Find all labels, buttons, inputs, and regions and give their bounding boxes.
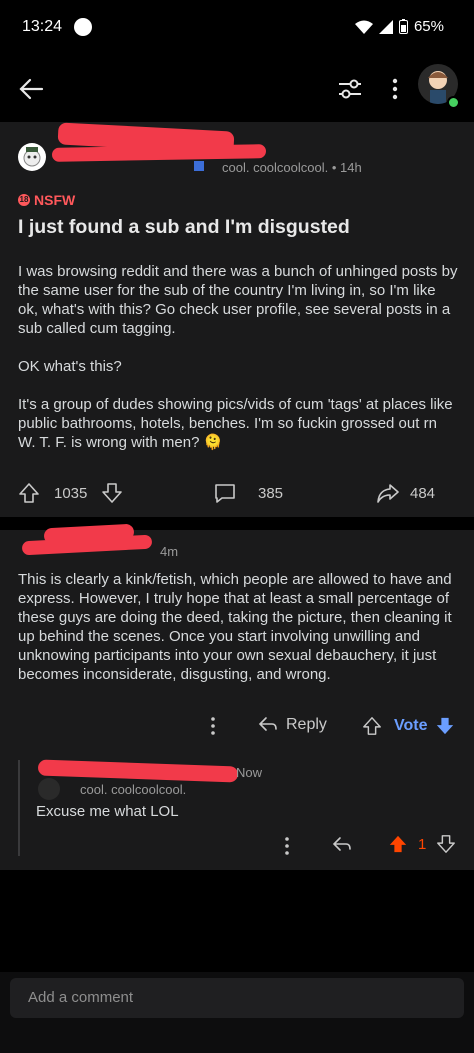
reply-more-icon[interactable] xyxy=(284,836,290,856)
more-options-icon[interactable] xyxy=(390,78,400,100)
battery-percent: 65% xyxy=(413,18,444,35)
upvote-icon[interactable] xyxy=(18,482,40,504)
nsfw-18-icon: 18 xyxy=(18,194,30,206)
nsfw-tag: 18 NSFW xyxy=(18,192,75,208)
reply-label: Reply xyxy=(286,716,327,733)
online-indicator xyxy=(447,96,460,109)
post-age: • 14h xyxy=(331,160,362,175)
post-actions: 1035 385 484 xyxy=(0,478,474,508)
post-paragraph: I was browsing reddit and there was a bu… xyxy=(18,263,458,337)
reply-age: Now xyxy=(236,765,263,780)
comment-actions: Reply Vote xyxy=(0,714,474,742)
downvote-icon[interactable] xyxy=(101,482,123,504)
sort-filter-icon[interactable] xyxy=(338,78,362,100)
comment-age: 4m xyxy=(160,544,179,559)
reply-reply-icon[interactable] xyxy=(332,836,352,854)
reply-body: Excuse me what LOL xyxy=(36,803,179,820)
vote-label: Vote xyxy=(394,717,428,734)
battery-icon xyxy=(398,19,408,34)
messenger-icon xyxy=(74,18,92,36)
signal-icon xyxy=(378,19,393,34)
reply-score: 1 xyxy=(418,835,427,853)
share-count: 484 xyxy=(410,484,436,502)
comment-body: This is clearly a kink/fetish, which peo… xyxy=(18,571,452,683)
reply-vote-group: 1 xyxy=(388,834,456,854)
reply-button[interactable]: Reply xyxy=(258,716,327,734)
reply-author-avatar[interactable] xyxy=(38,778,60,800)
reply-downvote-icon[interactable] xyxy=(436,834,456,854)
post-body: I was browsing reddit and there was a bu… xyxy=(18,262,458,471)
comment-vote-group: Vote xyxy=(362,716,455,736)
comment-icon xyxy=(215,484,235,503)
status-time: 13:24 xyxy=(22,18,63,35)
share-icon xyxy=(377,484,399,503)
reply-upvote-active-icon[interactable] xyxy=(388,834,408,854)
status-right: 65% xyxy=(354,18,444,35)
back-arrow-icon[interactable] xyxy=(18,76,44,102)
reply-author-flair: cool. coolcoolcool. xyxy=(80,782,187,797)
comment-downvote-icon[interactable] xyxy=(435,716,455,736)
vote-group: 1035 xyxy=(18,482,123,504)
flair-emoji-icon xyxy=(194,161,204,171)
add-comment-input[interactable]: Add a comment xyxy=(10,978,464,1018)
add-comment-placeholder: Add a comment xyxy=(28,989,134,1006)
author-avatar[interactable] xyxy=(18,143,46,171)
share-button[interactable]: 484 xyxy=(376,482,435,504)
author-flair: cool. coolcoolcool. xyxy=(222,160,329,175)
nsfw-label: NSFW xyxy=(34,192,76,208)
post-meta: cool. coolcoolcool. • 14h xyxy=(222,160,362,175)
reply-icon xyxy=(258,717,277,731)
comments-button[interactable]: 385 xyxy=(214,482,283,504)
post-paragraph: OK what's this? xyxy=(18,358,122,375)
reply-actions: 1 xyxy=(0,832,474,858)
comment-upvote-icon[interactable] xyxy=(362,716,382,736)
comment-count: 385 xyxy=(258,484,284,502)
status-bar: 13:24 65% xyxy=(0,0,474,56)
comment-more-icon[interactable] xyxy=(210,716,216,736)
post-title: I just found a sub and I'm disgusted xyxy=(18,216,350,238)
upvote-count: 1035 xyxy=(54,484,88,502)
wifi-icon xyxy=(354,20,373,34)
snoo-avatar-icon xyxy=(23,147,41,167)
post-paragraph: It's a group of dudes showing pics/vids … xyxy=(18,396,453,451)
